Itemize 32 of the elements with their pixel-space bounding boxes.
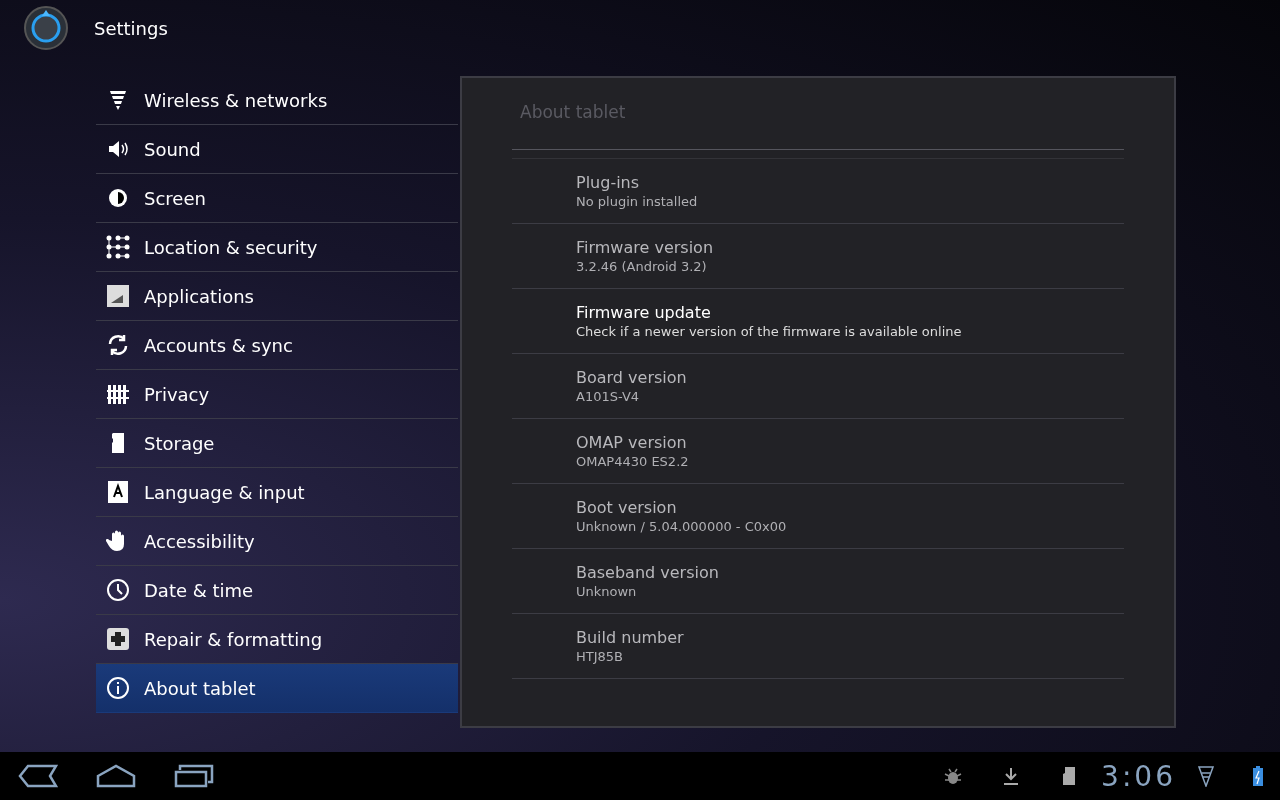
sidebar-item[interactable]: Storage — [96, 419, 458, 468]
repair-icon — [106, 627, 130, 651]
sidebar-item[interactable]: Accounts & sync — [96, 321, 458, 370]
sidebar-item[interactable]: Screen — [96, 174, 458, 223]
back-icon[interactable] — [18, 764, 58, 788]
info-icon — [106, 676, 130, 700]
sidebar-item[interactable]: Language & input — [96, 468, 458, 517]
recent-apps-icon[interactable] — [174, 764, 214, 788]
location-icon — [106, 235, 130, 259]
sidebar-item[interactable]: Applications — [96, 272, 458, 321]
privacy-icon — [106, 382, 130, 406]
bug-icon[interactable] — [943, 766, 964, 786]
home-icon[interactable] — [96, 764, 136, 788]
sidebar-item[interactable]: About tablet — [96, 664, 458, 713]
language-icon — [106, 480, 130, 504]
clock-time[interactable]: 3:06 — [1101, 759, 1176, 793]
preference-row[interactable]: Firmware update Check if a newer version of the firmware is available online — [512, 289, 1124, 354]
window-title: Settings — [94, 17, 168, 39]
sidebar-item[interactable]: Accessibility — [96, 517, 458, 566]
battery-icon — [1252, 765, 1264, 787]
sync-icon — [106, 333, 130, 357]
sidebar-item[interactable]: Sound — [96, 125, 458, 174]
screen-icon — [106, 186, 130, 210]
sidebar-item[interactable]: Date & time — [96, 566, 458, 615]
sidebar-item[interactable]: Privacy — [96, 370, 458, 419]
signal-icon — [1198, 765, 1214, 787]
sidebar-item[interactable]: Wireless & networks — [96, 76, 458, 125]
apps-icon — [106, 284, 130, 308]
clock-icon — [106, 578, 130, 602]
panel-title: About tablet — [519, 102, 627, 124]
settings-app-icon[interactable] — [24, 6, 68, 50]
sidebar-item[interactable]: Location & security — [96, 223, 458, 272]
